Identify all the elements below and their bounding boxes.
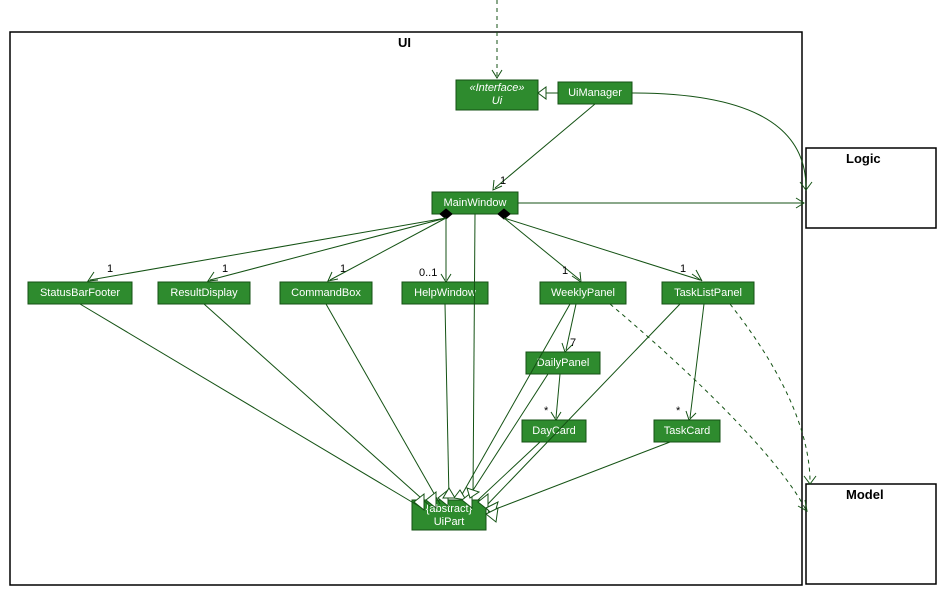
node-helpwindow-label: HelpWindow: [414, 287, 476, 299]
mult-helpwindow: 0..1: [419, 267, 437, 279]
node-taskcard-label: TaskCard: [664, 425, 710, 437]
node-uimanager-label: UiManager: [568, 87, 622, 99]
mult-resultdisplay: 1: [222, 263, 228, 275]
mult-tasklistpanel: 1: [680, 263, 686, 275]
package-logic-label: Logic: [846, 151, 881, 166]
mult-statusbar: 1: [107, 263, 113, 275]
node-ui-interface-stereotype: «Interface»: [469, 82, 524, 94]
mult-taskcard: *: [676, 405, 681, 417]
package-ui: [10, 32, 802, 585]
mult-weeklypanel: 1: [562, 265, 568, 277]
node-mainwindow-label: MainWindow: [444, 197, 507, 209]
mult-mainwindow: 1: [500, 175, 506, 187]
node-uipart-name: UiPart: [434, 516, 465, 528]
mult-commandbox: 1: [340, 263, 346, 275]
node-commandbox-label: CommandBox: [291, 287, 361, 299]
node-dailypanel-label: DailyPanel: [537, 357, 590, 369]
node-weeklypanel-label: WeeklyPanel: [551, 287, 615, 299]
mult-daycard: *: [544, 405, 549, 417]
node-statusbar-label: StatusBarFooter: [40, 287, 120, 299]
mult-dailypanel: 7: [570, 337, 576, 349]
package-model-label: Model: [846, 487, 884, 502]
node-resultdisplay-label: ResultDisplay: [170, 287, 238, 299]
node-tasklistpanel-label: TaskListPanel: [674, 287, 742, 299]
node-ui-interface-name: Ui: [492, 95, 503, 107]
package-ui-label: UI: [398, 35, 411, 50]
